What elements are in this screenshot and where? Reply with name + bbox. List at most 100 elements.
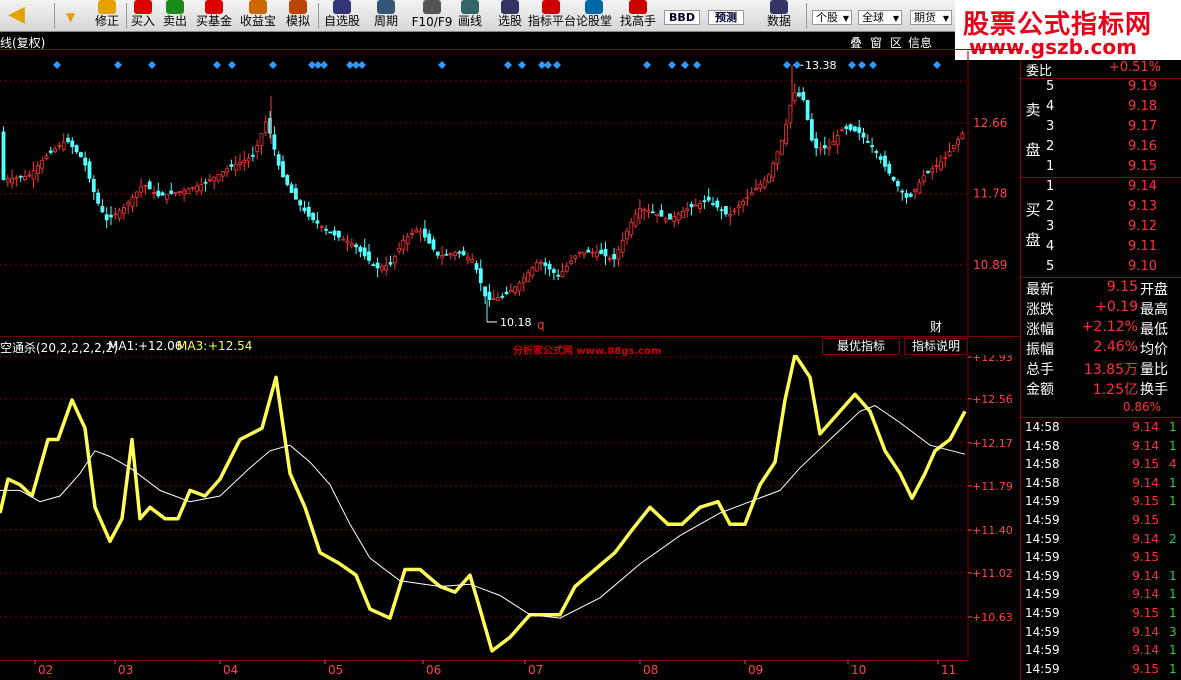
candle-body	[57, 145, 62, 147]
candle-body	[663, 218, 668, 222]
candle-body	[250, 154, 255, 157]
back-arrow-icon[interactable]: ◀	[0, 0, 46, 32]
candle-body	[883, 155, 887, 167]
toolbar-button-8[interactable]: F10/F9	[408, 0, 456, 32]
marker-finance[interactable]: 财	[930, 320, 942, 334]
overlay-icon[interactable]: 叠	[850, 34, 862, 51]
tick-volume: 2	[1169, 531, 1177, 546]
candle-body	[749, 192, 754, 196]
region-icon[interactable]: 区	[890, 34, 902, 51]
candle-body	[203, 181, 208, 184]
tick-volume: 1	[1169, 587, 1177, 602]
toolbar-button-6[interactable]: 自选股	[320, 0, 364, 32]
tick-time: 14:59	[1025, 568, 1060, 583]
dropdown-0[interactable]: 个股 ▼	[812, 10, 852, 25]
candle-body	[324, 228, 328, 231]
candle-body	[341, 238, 346, 241]
candle-body	[207, 179, 212, 182]
toolbar-button-0[interactable]: 修正	[90, 0, 124, 32]
candle-body	[272, 134, 277, 150]
toolbar-button-2[interactable]: 卖出	[160, 0, 190, 32]
toolbar-button-5[interactable]: 模拟	[282, 0, 314, 32]
event-diamond-icon[interactable]	[643, 61, 651, 69]
candle-body	[939, 161, 943, 170]
candle-body	[900, 190, 905, 193]
candle-body	[397, 247, 402, 252]
event-diamond-icon[interactable]	[114, 61, 122, 69]
event-diamond-icon[interactable]	[320, 61, 328, 69]
indicator-chart[interactable]: +12.93 +12.56 +12.17 +11.79 +11.40 +11.02 +10.…	[0, 355, 1020, 660]
toolbar-button-12[interactable]: 论股堂	[574, 0, 614, 32]
toolbar-button-13[interactable]: 找高手	[616, 0, 660, 32]
event-diamond-icon[interactable]	[869, 61, 877, 69]
event-diamond-icon[interactable]	[438, 61, 446, 69]
candle-body	[10, 177, 15, 184]
tick-time: 14:59	[1025, 550, 1060, 565]
buy-price: 9.13	[1128, 199, 1157, 214]
toolbar-button-10[interactable]: 选股	[492, 0, 528, 32]
buy-level: 4	[1046, 239, 1055, 254]
toolbar-button-4[interactable]: 收益宝	[238, 0, 278, 32]
event-diamond-icon[interactable]	[269, 61, 277, 69]
candle-body	[865, 140, 870, 143]
candle-body	[195, 185, 199, 192]
candle-body	[156, 190, 161, 197]
toolbar-button-7[interactable]: 周期	[366, 0, 406, 32]
candle-body	[896, 181, 900, 187]
stat-row: 振幅 2.46% 均价	[1021, 338, 1181, 358]
badge-预测[interactable]: 预测	[708, 10, 744, 25]
toolbar-button-9[interactable]: 画线	[452, 0, 488, 32]
event-diamond-icon[interactable]	[553, 61, 561, 69]
chevron-down-icon: ▼	[892, 14, 899, 23]
buy-level: 2	[1046, 199, 1055, 214]
weibi-row: 委比 +0.51%	[1021, 60, 1181, 80]
event-diamond-icon[interactable]	[213, 61, 221, 69]
event-diamond-icon[interactable]	[668, 61, 676, 69]
event-diamond-icon[interactable]	[358, 61, 366, 69]
event-diamond-icon[interactable]	[848, 61, 856, 69]
expand-icon[interactable]: ▼	[58, 0, 86, 32]
indicator-help-button[interactable]: 指标说明	[904, 338, 968, 355]
event-diamond-icon[interactable]	[858, 61, 866, 69]
event-diamond-icon[interactable]	[53, 61, 61, 69]
tick-volume: 1	[1169, 494, 1177, 509]
event-diamond-icon[interactable]	[793, 61, 801, 69]
best-indicator-button[interactable]: 最优指标	[822, 338, 900, 355]
indicator-axis-label: +11.02	[972, 567, 1013, 580]
info-button[interactable]: 信息	[908, 34, 932, 51]
toolbar-label-12: 论股堂	[575, 14, 612, 28]
time-axis: 02 03 04 05 06 07 08 09 10 11	[0, 660, 968, 677]
candle-body	[595, 251, 599, 258]
window-icon[interactable]: 窗	[870, 34, 882, 51]
event-diamond-icon[interactable]	[783, 61, 791, 69]
stat-label: 涨幅	[1026, 322, 1054, 338]
toolbar-button-14[interactable]: 数据	[760, 0, 798, 32]
month-label: 11	[941, 663, 956, 677]
candle-body	[556, 274, 561, 277]
toolbar-button-3[interactable]: 买基金	[192, 0, 236, 32]
toolbar-button-11[interactable]: 指标平台	[528, 0, 576, 32]
candle-body	[599, 249, 604, 255]
candle-body	[405, 236, 410, 244]
candle-body	[177, 191, 182, 194]
event-diamond-icon[interactable]	[518, 61, 526, 69]
candle-body	[242, 159, 247, 164]
candle-body	[281, 161, 285, 177]
event-diamond-icon[interactable]	[228, 61, 236, 69]
candle-body	[573, 255, 578, 259]
toolbar-button-1[interactable]: 买入	[128, 0, 158, 32]
event-diamond-icon[interactable]	[148, 61, 156, 69]
dropdown-1[interactable]: 全球 ▼	[858, 10, 902, 25]
event-diamond-icon[interactable]	[681, 61, 689, 69]
tick-time: 14:59	[1025, 531, 1060, 546]
event-diamond-icon[interactable]	[693, 61, 701, 69]
tick-time: 14:59	[1025, 513, 1060, 527]
tick-row: 14:58 9.14 1	[1021, 476, 1181, 494]
candlestick-chart[interactable]: 12.66 11.78 10.89 13.38 10.18 q 财	[0, 51, 1020, 337]
badge-bbd[interactable]: BBD	[664, 10, 700, 25]
event-diamond-icon[interactable]	[544, 61, 552, 69]
event-diamond-icon[interactable]	[933, 61, 941, 69]
event-diamond-icon[interactable]	[504, 61, 512, 69]
dropdown-2[interactable]: 期货 ▼	[910, 10, 952, 25]
candle-body	[870, 145, 874, 148]
